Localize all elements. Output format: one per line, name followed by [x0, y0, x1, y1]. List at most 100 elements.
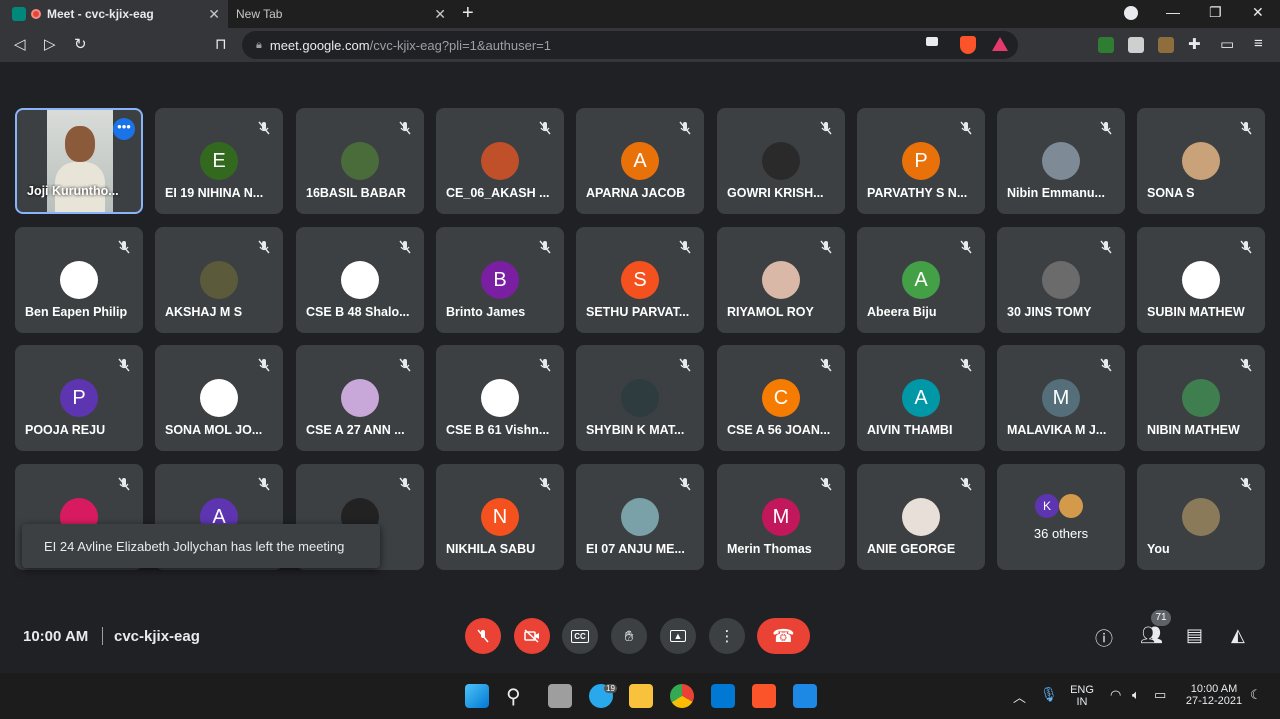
extension-3-icon[interactable] [1158, 37, 1174, 53]
participant-tile[interactable]: CSE B 61 Vishn... [436, 345, 564, 451]
recording-indicator-icon [31, 9, 41, 19]
participant-tile[interactable]: K 36 others [997, 464, 1125, 570]
participant-tile[interactable]: B Brinto James [436, 227, 564, 333]
profile-icon[interactable] [1124, 6, 1138, 20]
participant-tile[interactable]: ANIE GEORGE [857, 464, 985, 570]
participant-name: CSE B 48 Shalo... [306, 305, 410, 319]
participant-tile[interactable]: CE_06_AKASH ... [436, 108, 564, 214]
participant-tile[interactable]: Ben Eapen Philip [15, 227, 143, 333]
participant-tile[interactable]: AKSHAJ M S [155, 227, 283, 333]
focus-assist-icon[interactable]: ☾ [1250, 687, 1262, 703]
extensions-puzzle-icon[interactable]: ✚ [1188, 35, 1201, 53]
close-window-button[interactable]: ✕ [1252, 4, 1264, 21]
participant-tile[interactable]: A AIVIN THAMBI [857, 345, 985, 451]
meeting-details-icon[interactable]: ⓘ [1095, 625, 1113, 651]
camera-off-button[interactable] [514, 618, 550, 654]
forward-button[interactable]: ▷ [44, 35, 56, 53]
participant-initial-avatar: A [902, 261, 940, 299]
participant-tile[interactable]: A APARNA JACOB [576, 108, 704, 214]
mic-off-button[interactable] [465, 618, 501, 654]
close-tab-icon[interactable]: ✕ [208, 6, 220, 23]
extension-2-icon[interactable] [1128, 37, 1144, 53]
participant-tile[interactable]: C CSE A 56 JOAN... [717, 345, 845, 451]
start-button-icon[interactable] [465, 684, 489, 708]
participant-tile[interactable]: 16BASIL BABAR [296, 108, 424, 214]
participant-tile[interactable]: SUBIN MATHEW [1137, 227, 1265, 333]
participant-photo-avatar [481, 142, 519, 180]
participant-tile[interactable]: A Abeera Biju [857, 227, 985, 333]
participant-tile[interactable]: P PARVATHY S N... [857, 108, 985, 214]
people-icon[interactable]: 👥︎ [1140, 625, 1163, 646]
participant-tile[interactable]: M Merin Thomas [717, 464, 845, 570]
volume-icon[interactable]: 🔈︎ [1132, 687, 1140, 703]
participant-name: Ben Eapen Philip [25, 305, 128, 319]
present-screen-button[interactable]: ▲ [660, 618, 696, 654]
mic-muted-icon [1240, 240, 1252, 254]
microphone-in-use-icon[interactable]: 🎙︎ [1040, 686, 1058, 703]
raise-hand-button[interactable]: ✋︎ [611, 618, 647, 654]
language-indicator[interactable]: ENG IN [1068, 684, 1096, 708]
participant-tile[interactable]: CSE A 27 ANN ... [296, 345, 424, 451]
participant-name: SONA MOL JO... [165, 423, 263, 437]
activities-icon[interactable]: ◭ [1231, 625, 1245, 646]
participant-tile[interactable]: EI 07 ANJU ME... [576, 464, 704, 570]
participant-tile[interactable]: CSE B 48 Shalo... [296, 227, 424, 333]
show-hidden-icons-icon[interactable]: ︿ [1013, 687, 1026, 706]
more-options-icon[interactable]: ••• [113, 118, 135, 140]
brave-icon[interactable] [752, 684, 776, 708]
mic-muted-icon [960, 240, 972, 254]
tab-new[interactable]: New Tab ✕ [228, 0, 454, 28]
brave-rewards-icon[interactable] [992, 37, 1008, 51]
bookmark-icon[interactable]: ⊓ [215, 35, 227, 53]
menu-icon[interactable]: ≡ [1254, 35, 1263, 52]
chrome-icon[interactable] [670, 684, 694, 708]
more-options-button[interactable]: ⋮ [709, 618, 745, 654]
captions-button[interactable]: CC [562, 618, 598, 654]
store-icon[interactable] [711, 684, 735, 708]
address-bar[interactable]: 🔒︎ meet.google.com/cvc-kjix-eag?pli=1&au… [242, 31, 1018, 59]
photos-icon[interactable] [793, 684, 817, 708]
participant-tile[interactable]: GOWRI KRISH... [717, 108, 845, 214]
participant-tile[interactable]: ••• Joji Kuruntho... [15, 108, 143, 214]
extension-1-icon[interactable] [1098, 37, 1114, 53]
participant-tile[interactable]: SONA S [1137, 108, 1265, 214]
close-tab-icon[interactable]: ✕ [434, 6, 446, 23]
language-code: ENG [1070, 684, 1094, 696]
participant-tile[interactable]: Nibin Emmanu... [997, 108, 1125, 214]
mic-muted-icon [539, 240, 551, 254]
participant-tile[interactable]: P POOJA REJU [15, 345, 143, 451]
mic-off-icon [477, 629, 489, 643]
new-tab-button[interactable]: + [462, 2, 474, 25]
participant-tile[interactable]: N NIKHILA SABU [436, 464, 564, 570]
search-icon[interactable]: ⚲ [506, 684, 530, 708]
participant-tile[interactable]: SONA MOL JO... [155, 345, 283, 451]
participant-initial-avatar: N [481, 498, 519, 536]
file-explorer-icon[interactable] [629, 684, 653, 708]
task-view-icon[interactable] [548, 684, 572, 708]
back-button[interactable]: ◁ [14, 35, 26, 53]
others-avatar-photo [1059, 494, 1083, 518]
camera-in-use-icon[interactable] [926, 37, 938, 46]
battery-icon[interactable]: ▭ [1154, 687, 1166, 703]
participant-tile[interactable]: 30 JINS TOMY [997, 227, 1125, 333]
wallet-icon[interactable]: ▭ [1220, 35, 1234, 53]
participant-tile[interactable]: You [1137, 464, 1265, 570]
participant-tile[interactable]: RIYAMOL ROY [717, 227, 845, 333]
minimize-button[interactable]: — [1166, 4, 1180, 20]
wifi-icon[interactable]: ◠ [1110, 687, 1121, 703]
tab-meet[interactable]: Meet - cvc-kjix-eag ✕ [0, 0, 228, 28]
participant-tile[interactable]: NIBIN MATHEW [1137, 345, 1265, 451]
meet-favicon-icon [12, 7, 26, 21]
participant-tile[interactable]: SHYBIN K MAT... [576, 345, 704, 451]
chat-icon[interactable]: ▤ [1186, 625, 1203, 646]
leave-call-button[interactable]: ☎︎ [757, 618, 810, 654]
participant-tile[interactable]: M MALAVIKA M J... [997, 345, 1125, 451]
windows-taskbar: ⚲ 19 ︿ 🎙︎ ENG IN ◠ 🔈︎ ▭ 10:00 AM 27-12-2… [0, 673, 1280, 719]
participant-tile[interactable]: S SETHU PARVAT... [576, 227, 704, 333]
camera-off-icon [524, 629, 539, 643]
participant-tile[interactable]: E EI 19 NIHINA N... [155, 108, 283, 214]
reload-button[interactable]: ↻ [74, 35, 87, 53]
taskbar-clock[interactable]: 10:00 AM 27-12-2021 [1182, 683, 1246, 707]
brave-shields-icon[interactable] [960, 36, 976, 54]
maximize-button[interactable]: ❐ [1209, 4, 1222, 21]
